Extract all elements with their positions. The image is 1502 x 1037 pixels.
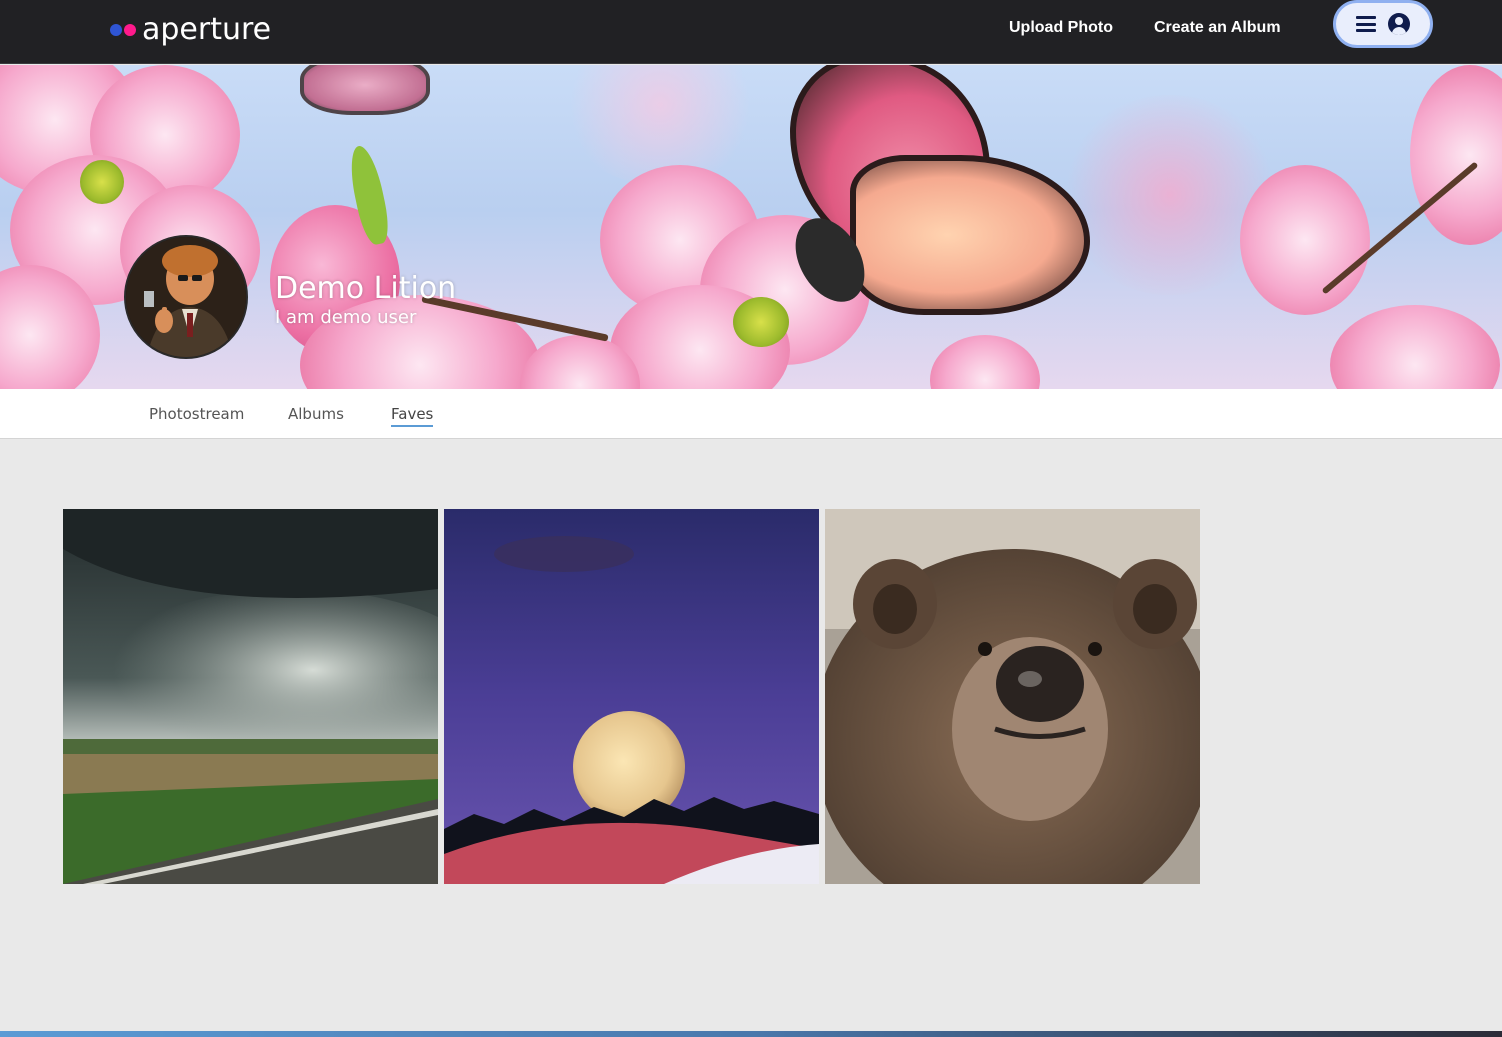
hamburger-icon <box>1356 16 1376 32</box>
tab-faves[interactable]: Faves <box>391 405 434 427</box>
footer-strip <box>0 1031 1502 1037</box>
logo-text: aperture <box>142 12 272 47</box>
upload-photo-link[interactable]: Upload Photo <box>1009 19 1113 37</box>
tab-photostream[interactable]: Photostream <box>149 405 244 423</box>
user-circle-icon <box>1388 13 1410 35</box>
top-nav: aperture Upload Photo Create an Album <box>0 0 1502 64</box>
logo[interactable]: aperture <box>110 12 271 48</box>
avatar[interactable] <box>124 235 248 359</box>
gallery-photo-bear[interactable] <box>825 509 1200 884</box>
account-menu-button[interactable] <box>1333 0 1433 48</box>
profile-bio: I am demo user <box>275 307 417 328</box>
profile-name: Demo Lition <box>275 271 457 306</box>
profile-tabs: Photostream Albums Faves <box>0 389 1502 439</box>
tab-albums[interactable]: Albums <box>288 405 344 423</box>
gallery-photo-moon[interactable] <box>444 509 819 884</box>
profile-banner: Demo Lition I am demo user <box>0 65 1502 389</box>
gallery-photo-storm[interactable] <box>63 509 438 884</box>
logo-pink-dot <box>124 24 136 36</box>
create-album-link[interactable]: Create an Album <box>1154 19 1281 37</box>
logo-blue-dot <box>110 24 122 36</box>
